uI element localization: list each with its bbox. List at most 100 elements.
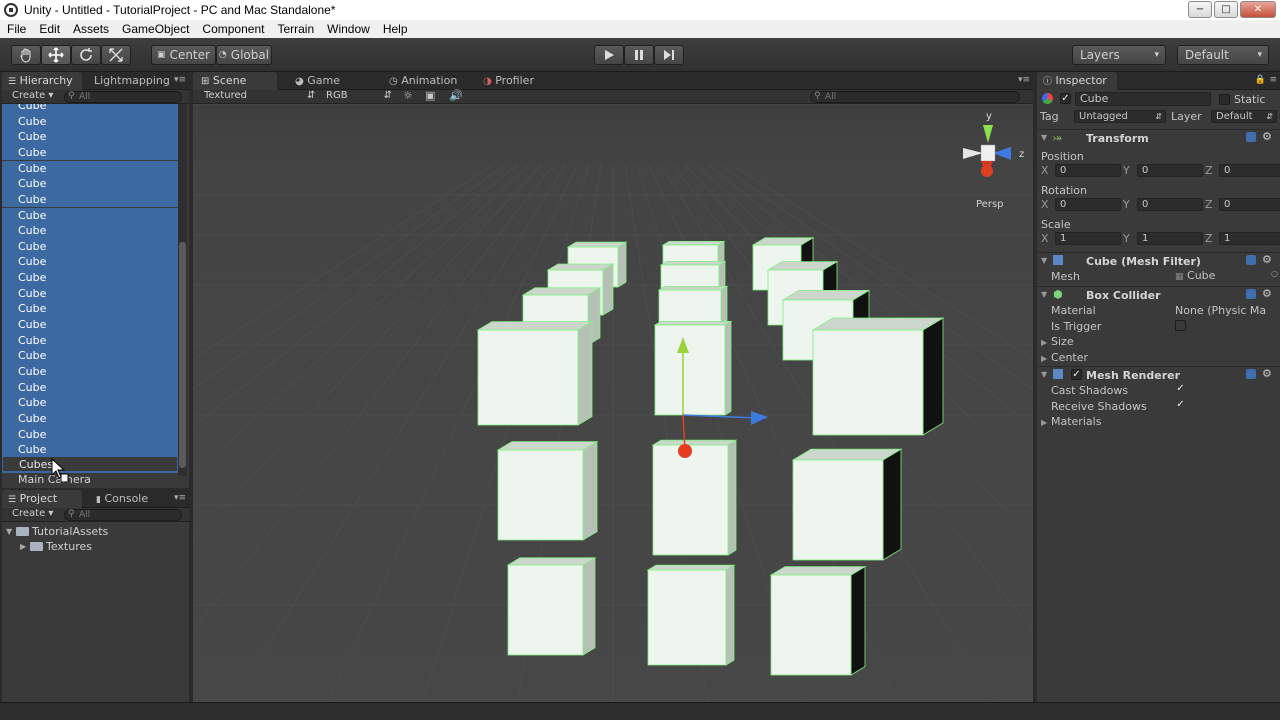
lighting-toggle-icon[interactable]: ☼ (403, 89, 413, 102)
tab-profiler[interactable]: ◑ Profiler (475, 72, 555, 90)
position-z-field[interactable]: 0 (1219, 164, 1280, 177)
play-button[interactable] (594, 45, 624, 65)
folder-item[interactable]: ▶ Textures (20, 539, 92, 554)
tag-dropdown[interactable]: Untagged ⇵ (1074, 110, 1166, 123)
center-foldout[interactable]: Center (1051, 351, 1088, 364)
maximize-button[interactable]: □ (1214, 1, 1238, 18)
list-item[interactable]: Cube (2, 160, 178, 177)
foldout-triangle-icon[interactable]: ▶ (1041, 418, 1047, 427)
space-toggle-button[interactable]: ◔ Global (216, 45, 272, 65)
transform-header[interactable]: ▼ ⤖ Transform ⚙ (1037, 129, 1279, 146)
mesh-object-field[interactable]: ▦ Cube ○ (1175, 269, 1279, 282)
scale-x-field[interactable]: 1 (1055, 232, 1121, 245)
layout-dropdown[interactable]: Default (1177, 45, 1269, 65)
menu-gameobject[interactable]: GameObject (115, 22, 195, 36)
list-item[interactable]: Cube (2, 332, 178, 349)
image-effects-icon[interactable]: ▣ (425, 89, 435, 102)
tab-game[interactable]: ◕ Game (287, 72, 367, 90)
position-x-field[interactable]: 0 (1055, 164, 1121, 177)
gear-icon[interactable]: ⚙ (1262, 287, 1272, 300)
material-object-field[interactable]: None (Physic Ma (1175, 304, 1266, 317)
menu-file[interactable]: File (0, 22, 32, 36)
tab-scene[interactable]: ⊞ Scene (193, 72, 277, 90)
is-trigger-checkbox[interactable] (1175, 320, 1186, 331)
close-button[interactable]: ✕ (1240, 1, 1276, 18)
menu-window[interactable]: Window (320, 22, 376, 36)
cast-shadows-checkbox[interactable]: ✓ (1175, 384, 1186, 395)
panel-menu-icon[interactable]: ▾≡ (174, 493, 186, 503)
audio-toggle-icon[interactable]: 🔊 (449, 89, 463, 102)
scene-search-input[interactable]: All (810, 91, 1020, 103)
menu-edit[interactable]: Edit (32, 22, 66, 36)
foldout-triangle-icon[interactable]: ▶ (1041, 338, 1047, 347)
z-axis-handle[interactable] (751, 411, 768, 425)
mesh-filter-header[interactable]: ▼ Cube (Mesh Filter) ⚙ (1037, 252, 1279, 269)
rotation-y-field[interactable]: 0 (1137, 198, 1203, 211)
position-y-field[interactable]: 0 (1137, 164, 1203, 177)
project-search-input[interactable]: All (64, 509, 182, 521)
layers-dropdown[interactable]: Layers (1072, 45, 1166, 65)
rotation-z-field[interactable]: 0 (1219, 198, 1280, 211)
step-button[interactable] (654, 45, 684, 65)
project-create-dropdown[interactable]: Create ▾ (12, 508, 53, 519)
list-item[interactable]: Cube (2, 129, 178, 145)
rename-field[interactable]: Cubes (2, 456, 178, 472)
cube-object[interactable] (506, 557, 597, 656)
panel-menu-icon[interactable]: ▾≡ (174, 75, 186, 85)
list-item[interactable]: Cube (2, 395, 178, 411)
tab-inspector[interactable]: ⓘ Inspector (1037, 72, 1117, 90)
scene-view[interactable]: y z Persp (193, 105, 1033, 702)
hand-tool-button[interactable] (11, 45, 41, 65)
gear-icon[interactable]: ⚙ (1262, 367, 1272, 380)
help-book-icon[interactable] (1246, 255, 1256, 265)
hierarchy-scrollbar[interactable] (178, 104, 187, 476)
list-item[interactable]: Cube (2, 317, 178, 333)
box-collider-header[interactable]: ▼ ⬢ Box Collider ⚙ (1037, 286, 1279, 303)
scale-tool-button[interactable] (101, 45, 131, 65)
list-item[interactable]: Cube (2, 410, 178, 427)
list-item[interactable]: Cube (2, 270, 178, 286)
help-book-icon[interactable] (1246, 369, 1256, 379)
tab-hierarchy[interactable]: ☰ Hierarchy (2, 72, 82, 90)
move-tool-button[interactable] (41, 45, 71, 65)
render-mode-dropdown[interactable]: RGB ⇵ (326, 90, 392, 101)
cube-object[interactable] (476, 320, 594, 426)
cube-object[interactable] (496, 440, 599, 541)
folder-item[interactable]: ▼ TutorialAssets (6, 524, 108, 539)
cube-object[interactable] (811, 317, 945, 436)
list-item[interactable]: Cube (2, 348, 178, 364)
list-item[interactable]: Cube (2, 379, 178, 396)
hierarchy-search-input[interactable]: All (64, 91, 182, 103)
static-checkbox[interactable] (1219, 94, 1230, 105)
list-item[interactable]: Cube (2, 285, 178, 302)
tab-lightmapping[interactable]: Lightmapping (86, 72, 182, 90)
foldout-triangle-icon[interactable]: ▶ (1041, 354, 1047, 363)
x-axis-handle[interactable] (678, 444, 692, 458)
list-item[interactable]: Cube (2, 144, 178, 161)
hierarchy-create-dropdown[interactable]: Create ▾ (12, 90, 53, 101)
scale-y-field[interactable]: 1 (1137, 232, 1203, 245)
menu-assets[interactable]: Assets (66, 22, 115, 36)
gear-icon[interactable]: ⚙ (1262, 130, 1272, 143)
menu-component[interactable]: Component (195, 22, 270, 36)
cube-object[interactable] (646, 564, 736, 666)
tab-console[interactable]: ▮ Console (88, 490, 168, 508)
object-name-field[interactable]: Cube (1075, 92, 1211, 106)
list-item[interactable]: Cube (2, 254, 178, 271)
list-item[interactable]: Main Camera (2, 472, 178, 488)
list-item[interactable]: Cube (2, 301, 178, 317)
list-item[interactable]: Cube (2, 191, 178, 208)
cube-object[interactable] (651, 439, 738, 556)
menu-terrain[interactable]: Terrain (270, 22, 320, 36)
lock-icon[interactable]: 🔒 (1255, 75, 1266, 85)
menu-help[interactable]: Help (376, 22, 414, 36)
projection-label[interactable]: Persp (976, 199, 1004, 210)
receive-shadows-checkbox[interactable]: ✓ (1175, 400, 1186, 411)
list-item[interactable]: Cube (2, 104, 178, 114)
list-item[interactable]: Cube (2, 176, 178, 192)
tab-project[interactable]: ☰ Project (2, 490, 82, 508)
list-item[interactable]: Cube (2, 207, 178, 224)
list-item[interactable]: Cube (2, 364, 178, 380)
panel-menu-icon[interactable]: ≡ (1269, 75, 1277, 85)
tab-animation[interactable]: ◷ Animation (381, 72, 471, 90)
